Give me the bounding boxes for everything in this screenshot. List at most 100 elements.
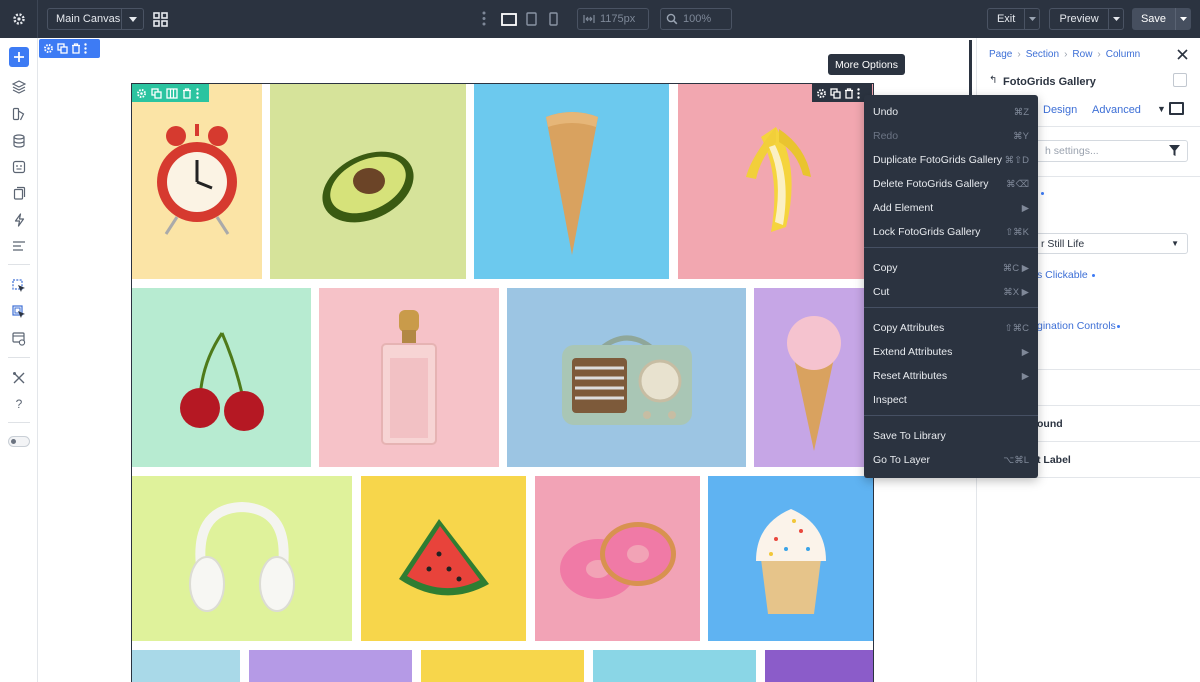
gallery-image-ice-cream-scoop[interactable] — [754, 288, 873, 467]
swap-icon[interactable] — [1173, 73, 1187, 87]
gallery-image-perfume-bottle[interactable] — [319, 288, 499, 467]
close-panel-button[interactable] — [1177, 49, 1188, 63]
gear-icon[interactable] — [136, 88, 147, 99]
width-field[interactable]: 1175px — [577, 8, 649, 30]
wireframe-toggle[interactable] — [8, 436, 30, 447]
interactions-button[interactable] — [9, 210, 29, 230]
settings-search-input[interactable]: h settings... — [1012, 140, 1188, 162]
toolbar-divider — [8, 264, 30, 265]
pages-button[interactable] — [9, 183, 29, 203]
gear-icon[interactable] — [43, 43, 54, 54]
gallery-image-cherries[interactable] — [132, 288, 311, 467]
gallery-image-row4-tile-1[interactable] — [132, 650, 240, 682]
settings-gear-button[interactable] — [0, 0, 38, 38]
gallery-image-alarm-clock[interactable] — [132, 84, 262, 279]
gallery-image-row4-tile-2[interactable] — [249, 650, 412, 682]
context-menu-item-shortcut: ⇧⌘C — [1004, 322, 1029, 334]
gallery-image-banana[interactable] — [678, 84, 873, 279]
breadcrumb-row[interactable]: Row — [1072, 49, 1092, 60]
gallery-image-cupcake[interactable] — [708, 476, 873, 641]
gallery-image-row4-tile-5[interactable] — [765, 650, 873, 682]
context-menu-item-shortcut: ⌘Z — [1013, 106, 1029, 118]
save-button[interactable]: Save — [1132, 8, 1191, 30]
tablet-view-button[interactable] — [521, 9, 541, 29]
gear-icon[interactable] — [816, 88, 827, 99]
layers-button[interactable] — [9, 77, 29, 97]
add-element-button[interactable] — [9, 47, 29, 67]
chevron-down-icon[interactable] — [1024, 9, 1039, 29]
select-tool-button[interactable] — [9, 276, 29, 296]
context-menu-item-save-to-library[interactable]: Save To Library — [864, 424, 1038, 448]
tab-design[interactable]: Design — [1043, 104, 1077, 116]
database-button[interactable] — [9, 131, 29, 151]
phone-view-button[interactable] — [543, 9, 563, 29]
preview-button[interactable]: Preview — [1049, 8, 1124, 30]
breadcrumb-column[interactable]: Column — [1106, 49, 1140, 60]
label-group-header[interactable]: t Label — [1037, 454, 1071, 466]
trash-icon[interactable] — [182, 87, 192, 99]
help-button[interactable]: ? — [9, 394, 29, 414]
canvas-select[interactable]: Main Canvas — [47, 8, 144, 30]
chevron-down-icon[interactable] — [1108, 9, 1123, 29]
tools-button[interactable] — [9, 368, 29, 388]
multi-select-button[interactable] — [9, 302, 29, 322]
more-options-icon[interactable] — [857, 87, 860, 99]
gallery-image-donuts[interactable] — [535, 476, 700, 641]
fotogrids-gallery-module[interactable] — [131, 83, 874, 682]
preset-button[interactable] — [9, 329, 29, 349]
gallery-select[interactable]: r Still Life ▼ — [1012, 233, 1188, 254]
breadcrumb-section[interactable]: Section — [1026, 49, 1059, 60]
exit-label: Exit — [996, 13, 1016, 25]
context-menu-item-copy-attributes[interactable]: Copy Attributes ⇧⌘C — [864, 316, 1038, 340]
panel-title: FotoGrids Gallery — [1003, 76, 1096, 88]
chevron-down-icon[interactable]: ▼ — [1157, 104, 1166, 114]
trash-icon[interactable] — [71, 43, 81, 54]
columns-icon[interactable] — [166, 87, 178, 99]
structure-button[interactable] — [9, 236, 29, 256]
builder-app: Main Canvas 1175px 100% Exit Preview Sav… — [0, 0, 1200, 682]
gallery-image-row4-tile-4[interactable] — [593, 650, 756, 682]
context-menu-item-reset-attributes[interactable]: Reset Attributes ▶ — [864, 364, 1038, 388]
more-options-icon[interactable] — [84, 43, 87, 54]
gallery-image-avocado[interactable] — [270, 84, 466, 279]
exit-button[interactable]: Exit — [987, 8, 1040, 30]
context-menu-item-lock-fotogrids-gallery[interactable]: Lock FotoGrids Gallery ⇧⌘K — [864, 220, 1038, 244]
gallery-image-ice-cream-cone[interactable] — [474, 84, 669, 279]
context-menu-item-add-element[interactable]: Add Element ▶ — [864, 196, 1038, 220]
tab-advanced[interactable]: Advanced — [1092, 104, 1141, 116]
duplicate-icon[interactable] — [151, 87, 162, 99]
breadcrumb-page[interactable]: Page — [989, 49, 1012, 60]
breadcrumb-separator: › — [1064, 49, 1068, 60]
gallery-image-watermelon-slice[interactable] — [361, 476, 526, 641]
context-menu-item-extend-attributes[interactable]: Extend Attributes ▶ — [864, 340, 1038, 364]
chevron-down-icon[interactable] — [1175, 8, 1191, 30]
gallery-image-headphones[interactable] — [132, 476, 352, 641]
context-menu-item-undo[interactable]: Undo ⌘Z — [864, 100, 1038, 124]
context-menu-item-duplicate-fotogrids-gallery[interactable]: Duplicate FotoGrids Gallery ⌘⇧D — [864, 148, 1038, 172]
context-menu-item-delete-fotogrids-gallery[interactable]: Delete FotoGrids Gallery ⌘⌫ — [864, 172, 1038, 196]
gallery-image-vintage-radio[interactable] — [507, 288, 746, 467]
context-menu-item-go-to-layer[interactable]: Go To Layer ⌥⌘L — [864, 448, 1038, 472]
back-arrow-icon[interactable]: ↰ — [989, 75, 997, 86]
background-group-header[interactable]: ound — [1037, 418, 1063, 430]
theme-builder-button[interactable] — [9, 104, 29, 124]
lines-icon — [13, 241, 25, 251]
square-view-icon[interactable] — [1169, 102, 1184, 115]
context-menu-item-inspect[interactable]: Inspect — [864, 388, 1038, 412]
modules-button[interactable] — [9, 157, 29, 177]
duplicate-icon[interactable] — [830, 87, 841, 99]
gallery-image-row4-tile-3[interactable] — [421, 650, 584, 682]
question-mark-icon: ? — [15, 397, 23, 411]
grid-layout-button[interactable] — [150, 9, 170, 29]
trash-icon[interactable] — [844, 87, 854, 99]
filter-icon[interactable] — [1169, 145, 1180, 159]
context-menu-item-redo[interactable]: Redo ⌘Y — [864, 124, 1038, 148]
drag-handle-icon[interactable] — [482, 11, 486, 29]
context-menu-item-copy[interactable]: Copy ⌘C ▶ — [864, 256, 1038, 280]
row-controls — [132, 84, 209, 102]
context-menu-item-cut[interactable]: Cut ⌘X ▶ — [864, 280, 1038, 304]
zoom-field[interactable]: 100% — [660, 8, 732, 30]
more-options-icon[interactable] — [196, 87, 199, 99]
duplicate-icon[interactable] — [57, 43, 68, 54]
desktop-view-button[interactable] — [499, 9, 519, 29]
